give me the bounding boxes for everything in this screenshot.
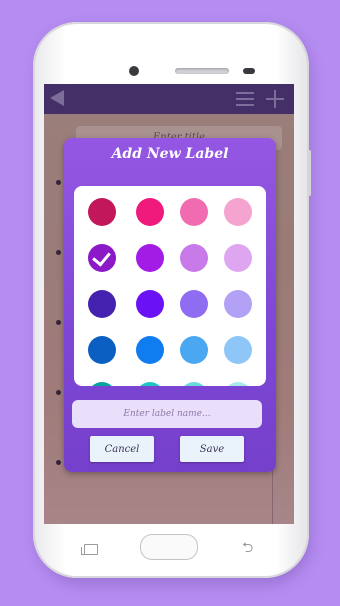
color-swatch[interactable]	[88, 244, 116, 272]
color-swatch[interactable]	[224, 244, 252, 272]
color-swatch[interactable]	[88, 290, 116, 318]
app-screen: Enter title Add New Label Cancel Save	[44, 84, 294, 524]
color-swatch[interactable]	[88, 336, 116, 364]
earpiece-speaker	[175, 68, 229, 74]
color-swatch[interactable]	[136, 198, 164, 226]
color-swatch[interactable]	[180, 244, 208, 272]
checkmark-icon	[92, 247, 111, 267]
color-swatch[interactable]	[224, 382, 252, 386]
front-camera-icon	[129, 66, 139, 76]
side-button	[307, 150, 311, 196]
color-swatch[interactable]	[180, 290, 208, 318]
color-swatch[interactable]	[180, 382, 208, 386]
color-swatch[interactable]	[224, 198, 252, 226]
color-swatch[interactable]	[136, 290, 164, 318]
system-back-icon[interactable]: ⮌	[242, 541, 256, 555]
add-label-dialog: Add New Label Cancel Save	[64, 138, 276, 472]
color-swatch[interactable]	[224, 336, 252, 364]
color-swatch[interactable]	[180, 336, 208, 364]
color-swatch[interactable]	[224, 290, 252, 318]
proximity-sensor	[243, 68, 255, 74]
color-swatch[interactable]	[136, 336, 164, 364]
home-button-icon[interactable]	[140, 534, 198, 560]
system-nav-bar: ⮌	[44, 524, 294, 572]
color-picker-grid	[74, 186, 266, 386]
color-swatch[interactable]	[136, 382, 164, 386]
save-button[interactable]: Save	[180, 436, 244, 462]
label-name-input[interactable]	[72, 400, 262, 428]
dialog-title: Add New Label	[111, 146, 229, 162]
color-swatch[interactable]	[136, 244, 164, 272]
color-swatch[interactable]	[88, 198, 116, 226]
recent-apps-icon[interactable]	[81, 544, 98, 555]
color-swatch[interactable]	[88, 382, 116, 386]
color-swatch[interactable]	[180, 198, 208, 226]
cancel-button[interactable]: Cancel	[90, 436, 154, 462]
